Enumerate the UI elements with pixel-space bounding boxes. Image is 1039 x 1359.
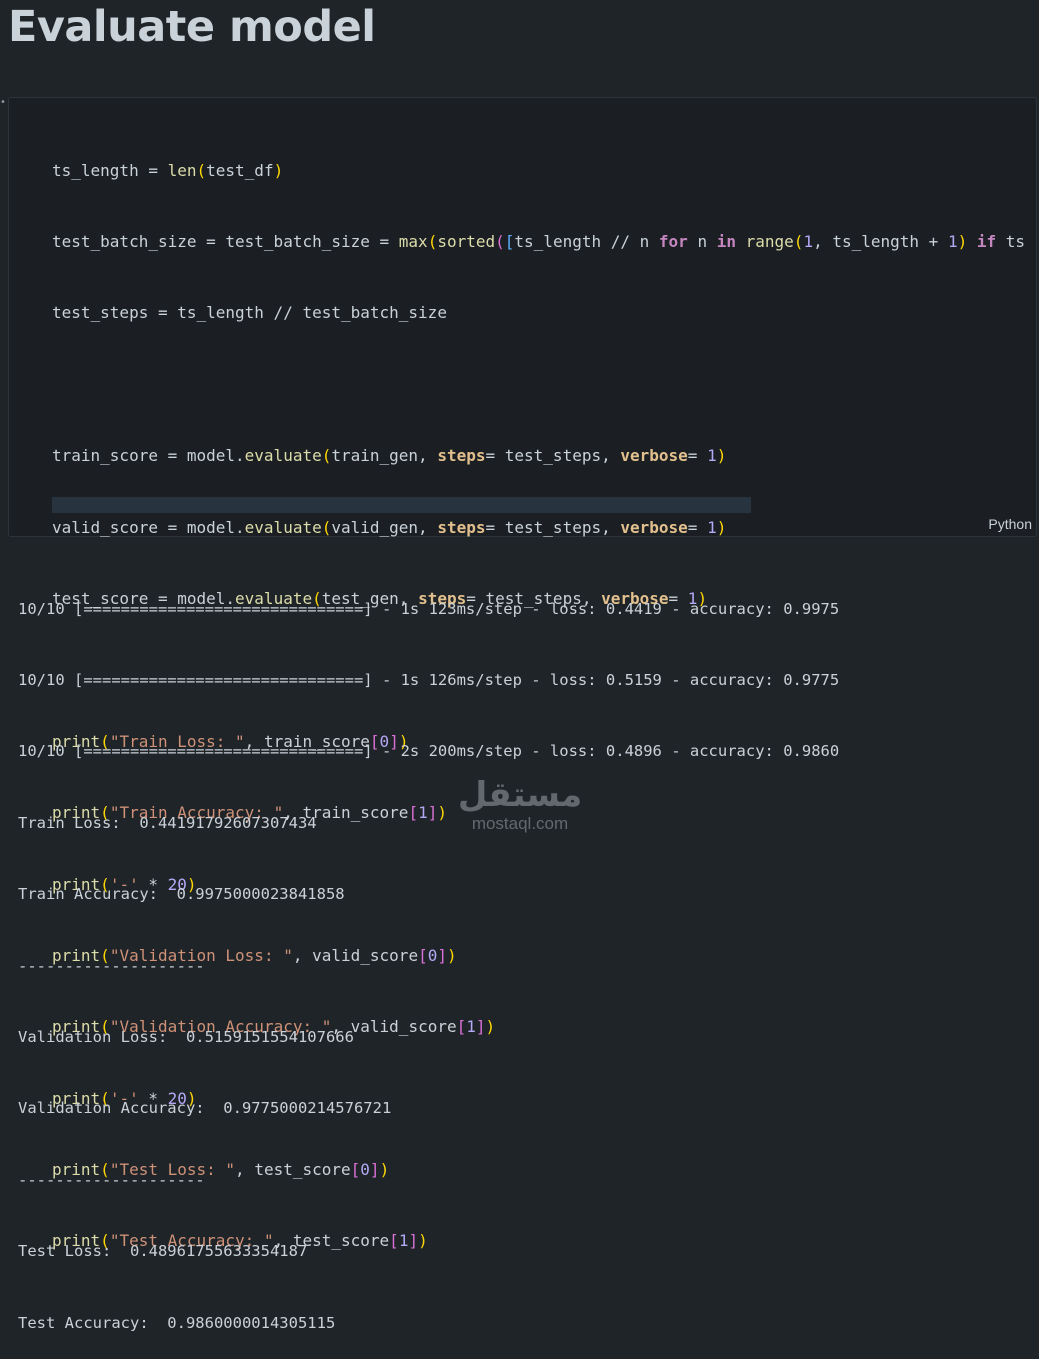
code-line: test_batch_size = test_batch_size = max(… [52,231,1026,251]
output-line: Validation Accuracy: 0.9775000214576721 [18,1099,392,1118]
code-cell[interactable]: ts_length = len(test_df) test_batch_size… [8,97,1037,1250]
output-line: 10/10 [==============================] -… [18,599,840,618]
output-line: 10/10 [==============================] -… [18,742,840,761]
cell-collapse-marker[interactable]: • [0,98,6,108]
cell-language-label[interactable]: Python [988,516,1032,532]
output-line: Validation Loss: 0.5159151554107666 [18,1027,354,1046]
cell-output: 10/10 [==============================] -… [18,550,839,1359]
output-line: Test Loss: 0.48961755633354187 [18,1242,308,1261]
mostaql-watermark: مستقل mostaql.com [456,776,584,840]
code-line: test_steps = ts_length // test_batch_siz… [52,303,447,323]
output-line: Test Accuracy: 0.9860000014305115 [18,1313,336,1332]
output-line: -------------------- [18,1170,205,1189]
code-line: ts_length = len(test_df) [52,160,284,180]
code-line: train_score = model.evaluate(train_gen, … [52,446,727,466]
section-heading: Evaluate model [8,2,376,52]
output-line: Train Loss: 0.44191792607307434 [18,813,317,832]
watermark-text: mostaql.com [471,814,569,833]
code-line: valid_score = model.evaluate(valid_gen, … [52,517,727,537]
watermark-logo: مستقل [457,775,583,815]
output-line: Train Accuracy: 0.9975000023841858 [18,885,345,904]
output-line: -------------------- [18,956,205,975]
output-line: 10/10 [==============================] -… [18,670,840,689]
